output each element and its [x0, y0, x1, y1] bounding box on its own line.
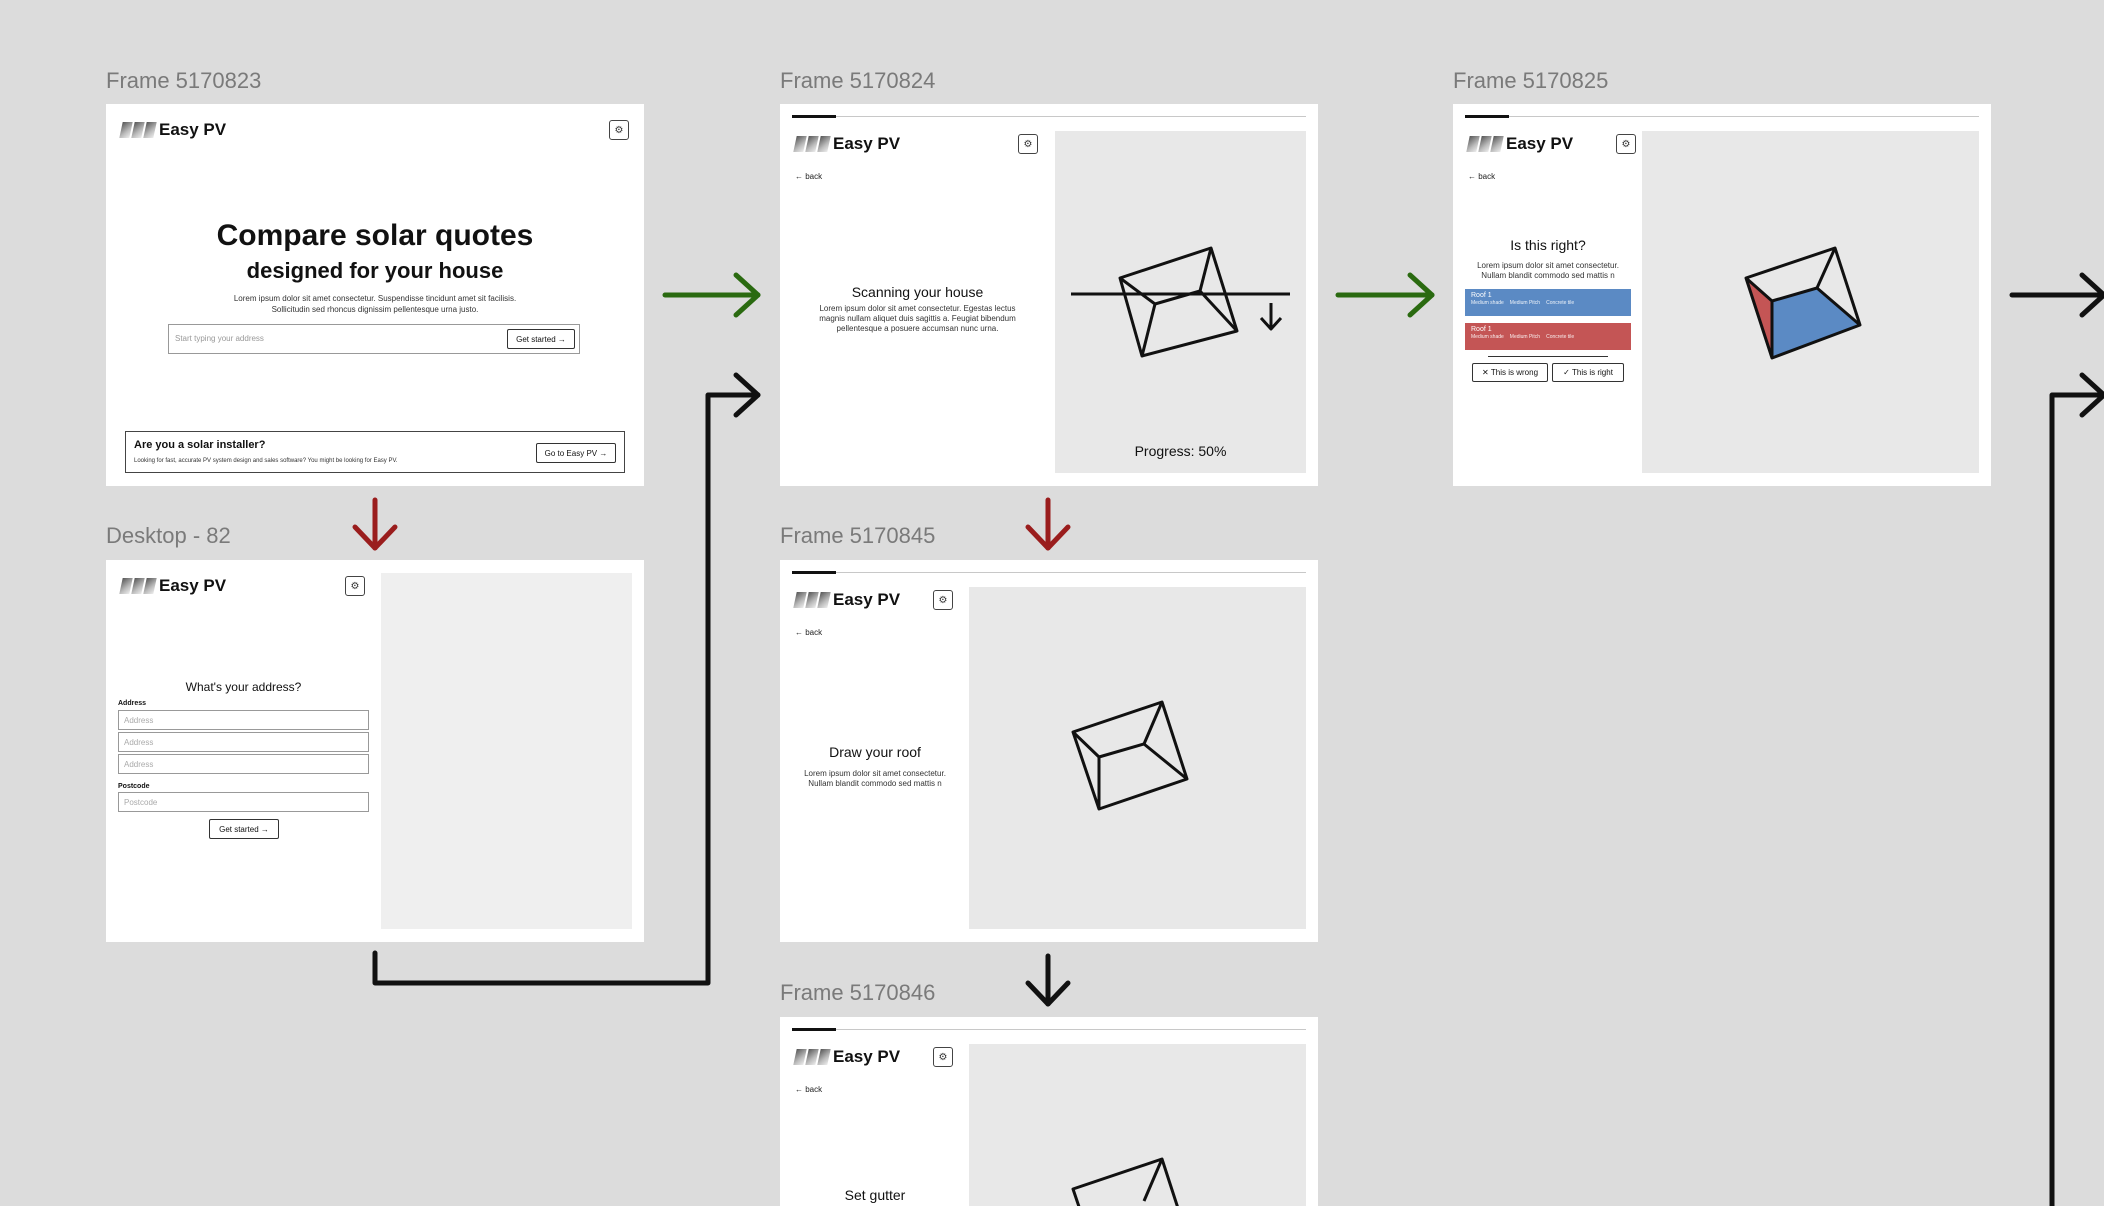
arrow-down-icon	[1025, 953, 1071, 1007]
arrow-right-icon	[1335, 272, 1435, 318]
arrow-down-icon	[352, 497, 398, 551]
arrow-right-icon	[662, 272, 761, 318]
arrow-right-icon	[2009, 272, 2104, 318]
connector-to-next	[2049, 372, 2104, 1206]
flow-connectors	[352, 272, 2104, 1206]
arrow-down-icon	[1025, 497, 1071, 551]
connector-address-to-scanning	[372, 372, 761, 986]
